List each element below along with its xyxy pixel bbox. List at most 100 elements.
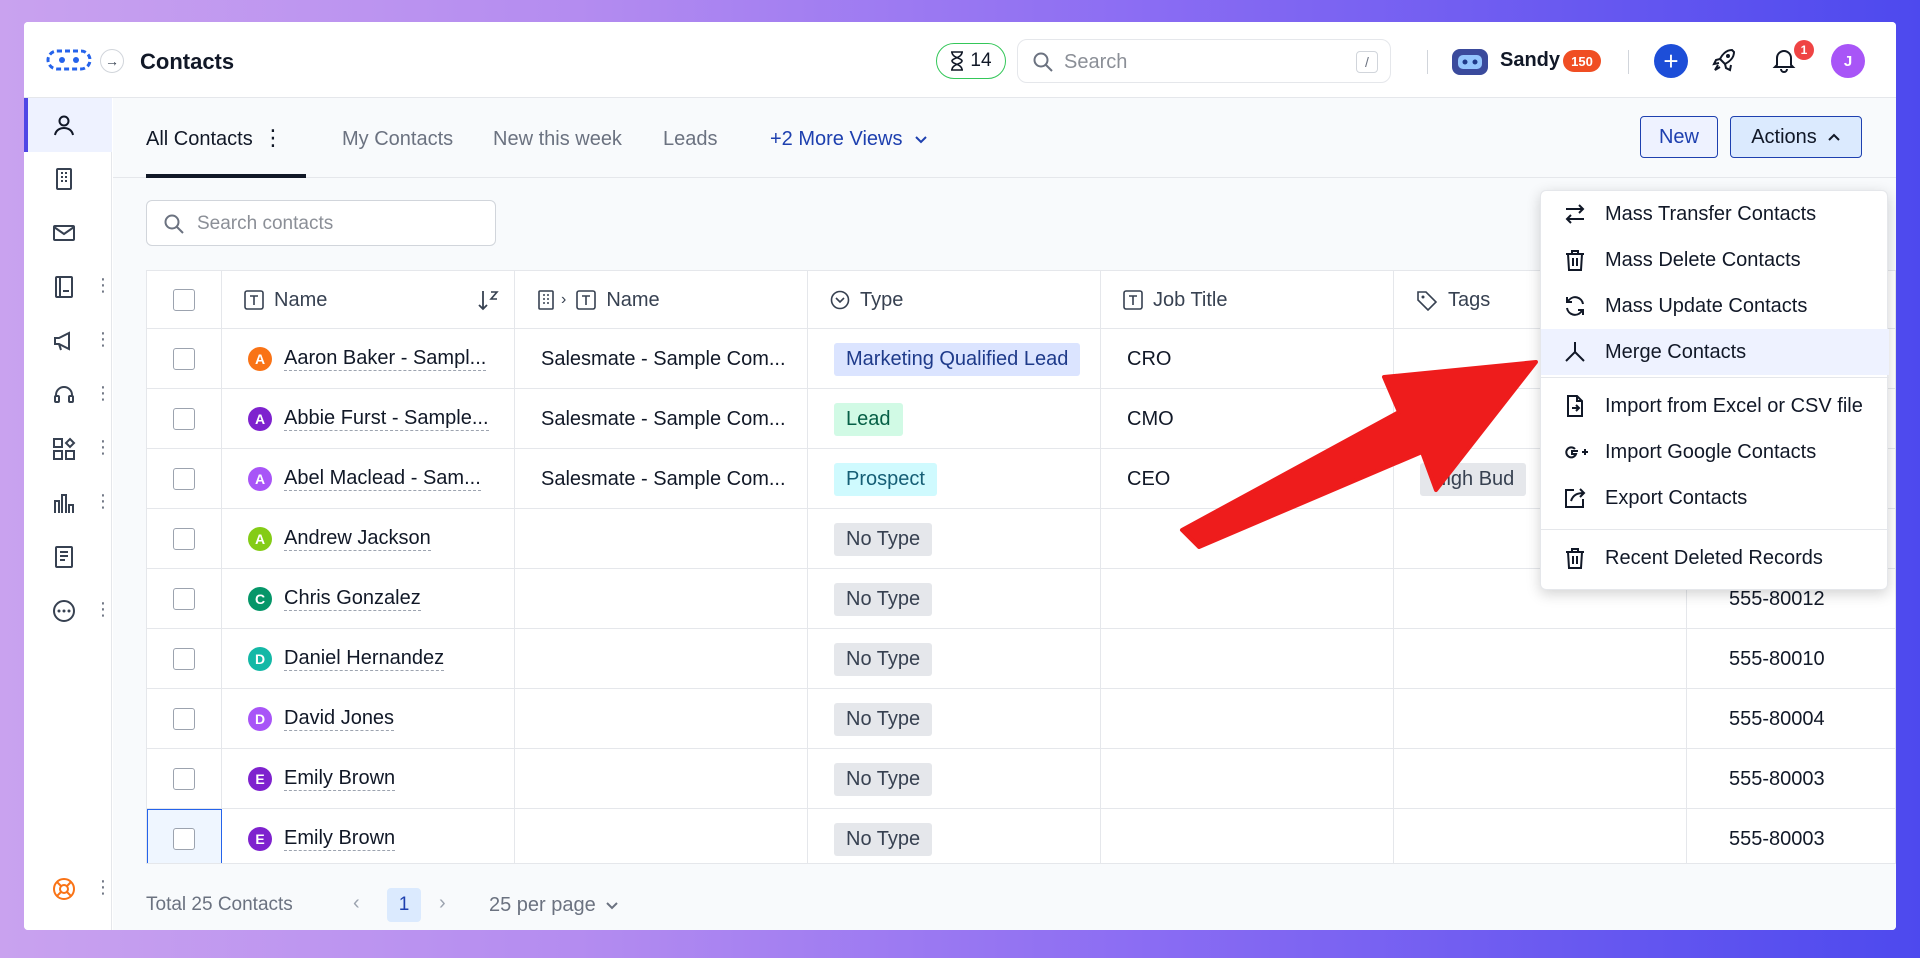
tab-leads[interactable]: Leads — [663, 128, 718, 151]
company-name-link[interactable]: Salesmate - Sample Com... — [541, 348, 786, 371]
sidebar-item-contacts[interactable] — [24, 98, 112, 152]
sidebar-item-ledger[interactable]: ⋮ — [24, 260, 112, 314]
more-vertical-icon[interactable]: ⋮ — [94, 492, 112, 510]
column-name[interactable]: Name — [222, 271, 515, 329]
table-row[interactable]: D David Jones No Type 555-80004 — [147, 689, 1895, 749]
name-cell: A Abbie Furst - Sample... — [222, 389, 515, 449]
chevron-left-icon[interactable]: ‹ — [353, 892, 360, 915]
avatar: A — [248, 407, 272, 431]
company-name-link[interactable]: Salesmate - Sample Com... — [541, 468, 786, 491]
row-checkbox[interactable] — [173, 768, 195, 790]
select-all-cell — [147, 271, 222, 329]
menu-item-export[interactable]: Export Contacts — [1541, 475, 1889, 521]
apps-icon — [53, 437, 76, 460]
row-checkbox[interactable] — [173, 408, 195, 430]
menu-item-label: Mass Delete Contacts — [1605, 249, 1801, 271]
type-badge: Prospect — [834, 462, 937, 496]
row-checkbox[interactable] — [173, 348, 195, 370]
sidebar-item-help[interactable]: ⋮ — [24, 862, 112, 916]
global-search[interactable]: / — [1017, 39, 1391, 83]
column-company-name[interactable]: › Name — [515, 271, 808, 329]
tab-all-contacts[interactable]: All Contacts — [146, 128, 253, 151]
chevron-down-icon — [915, 136, 927, 144]
row-checkbox[interactable] — [173, 528, 195, 550]
column-label: Job Title — [1153, 288, 1228, 311]
assistant-name[interactable]: Sandy — [1500, 49, 1560, 72]
per-page-select[interactable]: 25 per page — [489, 894, 619, 917]
row-checkbox[interactable] — [173, 708, 195, 730]
sidebar-item-companies[interactable] — [24, 152, 112, 206]
more-vertical-icon[interactable]: ⋮ — [94, 276, 112, 294]
menu-item-mass-update[interactable]: Mass Update Contacts — [1541, 283, 1889, 329]
more-vertical-icon[interactable]: ⋮ — [94, 384, 112, 402]
contact-name-link[interactable]: Abbie Furst - Sample... — [284, 407, 489, 431]
more-vertical-icon[interactable]: ⋮ — [94, 600, 112, 618]
job-title-cell — [1101, 689, 1394, 749]
company-name-link[interactable]: Salesmate - Sample Com... — [541, 408, 786, 431]
sidebar-item-campaigns[interactable]: ⋮ — [24, 314, 112, 368]
table-row[interactable]: E Emily Brown No Type 555-80003 — [147, 809, 1895, 863]
avatar: C — [248, 587, 272, 611]
sidebar-item-reports[interactable]: ⋮ — [24, 476, 112, 530]
more-vertical-icon[interactable]: ⋮ — [94, 330, 112, 348]
company-cell — [515, 809, 808, 863]
contact-name-link[interactable]: David Jones — [284, 707, 395, 731]
tab-options-icon[interactable]: ⋮ — [262, 125, 284, 151]
menu-divider — [1541, 377, 1889, 378]
sidebar-item-support[interactable]: ⋮ — [24, 368, 112, 422]
user-avatar[interactable]: J — [1831, 44, 1865, 78]
salesmate-logo-icon[interactable] — [46, 48, 92, 72]
table-row[interactable]: D Daniel Hernandez No Type 555-80010 — [147, 629, 1895, 689]
sidebar-item-email[interactable] — [24, 206, 112, 260]
contact-name-link[interactable]: Emily Brown — [284, 767, 396, 791]
quick-add-button[interactable]: + — [1654, 44, 1688, 78]
rocket-icon[interactable] — [1712, 47, 1738, 73]
tab-new-this-week[interactable]: New this week — [493, 128, 622, 151]
more-vertical-icon[interactable]: ⋮ — [94, 438, 112, 456]
column-job-title[interactable]: Job Title — [1101, 271, 1394, 329]
company-cell — [515, 569, 808, 629]
menu-item-merge-contacts[interactable]: Merge Contacts — [1541, 329, 1889, 375]
menu-item-mass-delete[interactable]: Mass Delete Contacts — [1541, 237, 1889, 283]
trash-icon — [1566, 548, 1584, 569]
expand-sidebar-button[interactable]: → — [100, 49, 124, 73]
menu-item-import-excel[interactable]: Import from Excel or CSV file — [1541, 383, 1889, 429]
tags-cell — [1394, 749, 1687, 809]
column-type[interactable]: Type — [808, 271, 1101, 329]
page-number-button[interactable]: 1 — [387, 888, 421, 922]
menu-item-recent-deleted[interactable]: Recent Deleted Records — [1541, 535, 1889, 581]
bell-icon[interactable] — [1772, 47, 1796, 73]
row-checkbox[interactable] — [173, 468, 195, 490]
contact-name-link[interactable]: Aaron Baker - Sampl... — [284, 347, 487, 371]
row-checkbox[interactable] — [173, 648, 195, 670]
menu-item-import-google[interactable]: Import Google Contacts — [1541, 429, 1889, 475]
global-search-input[interactable] — [1064, 48, 1344, 76]
sidebar-item-more[interactable]: ⋮ — [24, 584, 112, 638]
contact-name-link[interactable]: Emily Brown — [284, 827, 396, 851]
contacts-search[interactable] — [146, 200, 496, 246]
sort-icon[interactable] — [478, 289, 500, 311]
row-checkbox[interactable] — [173, 828, 195, 850]
timer-badge[interactable]: 14 — [936, 43, 1006, 79]
new-contact-button[interactable]: New — [1640, 116, 1718, 158]
row-checkbox[interactable] — [173, 588, 195, 610]
more-vertical-icon[interactable]: ⋮ — [94, 878, 112, 896]
tab-my-contacts[interactable]: My Contacts — [342, 128, 453, 151]
contact-name-link[interactable]: Chris Gonzalez — [284, 587, 421, 611]
select-all-checkbox[interactable] — [173, 289, 195, 311]
hourglass-icon — [951, 51, 964, 71]
assistant-bot-icon[interactable] — [1452, 49, 1488, 75]
column-label: Name — [606, 288, 660, 311]
sidebar-item-documents[interactable] — [24, 530, 112, 584]
menu-item-mass-transfer[interactable]: Mass Transfer Contacts — [1541, 191, 1889, 237]
phone-cell: 555-80004 — [1729, 707, 1825, 730]
sidebar-item-apps[interactable]: ⋮ — [24, 422, 112, 476]
chevron-right-icon[interactable]: › — [439, 892, 446, 915]
contacts-search-input[interactable] — [197, 211, 477, 237]
actions-button[interactable]: Actions — [1730, 116, 1862, 158]
more-views-dropdown[interactable]: +2 More Views — [770, 128, 928, 151]
contact-name-link[interactable]: Abel Maclead - Sam... — [284, 467, 481, 491]
contact-name-link[interactable]: Daniel Hernandez — [284, 647, 445, 671]
contact-name-link[interactable]: Andrew Jackson — [284, 527, 431, 551]
table-row[interactable]: E Emily Brown No Type 555-80003 — [147, 749, 1895, 809]
